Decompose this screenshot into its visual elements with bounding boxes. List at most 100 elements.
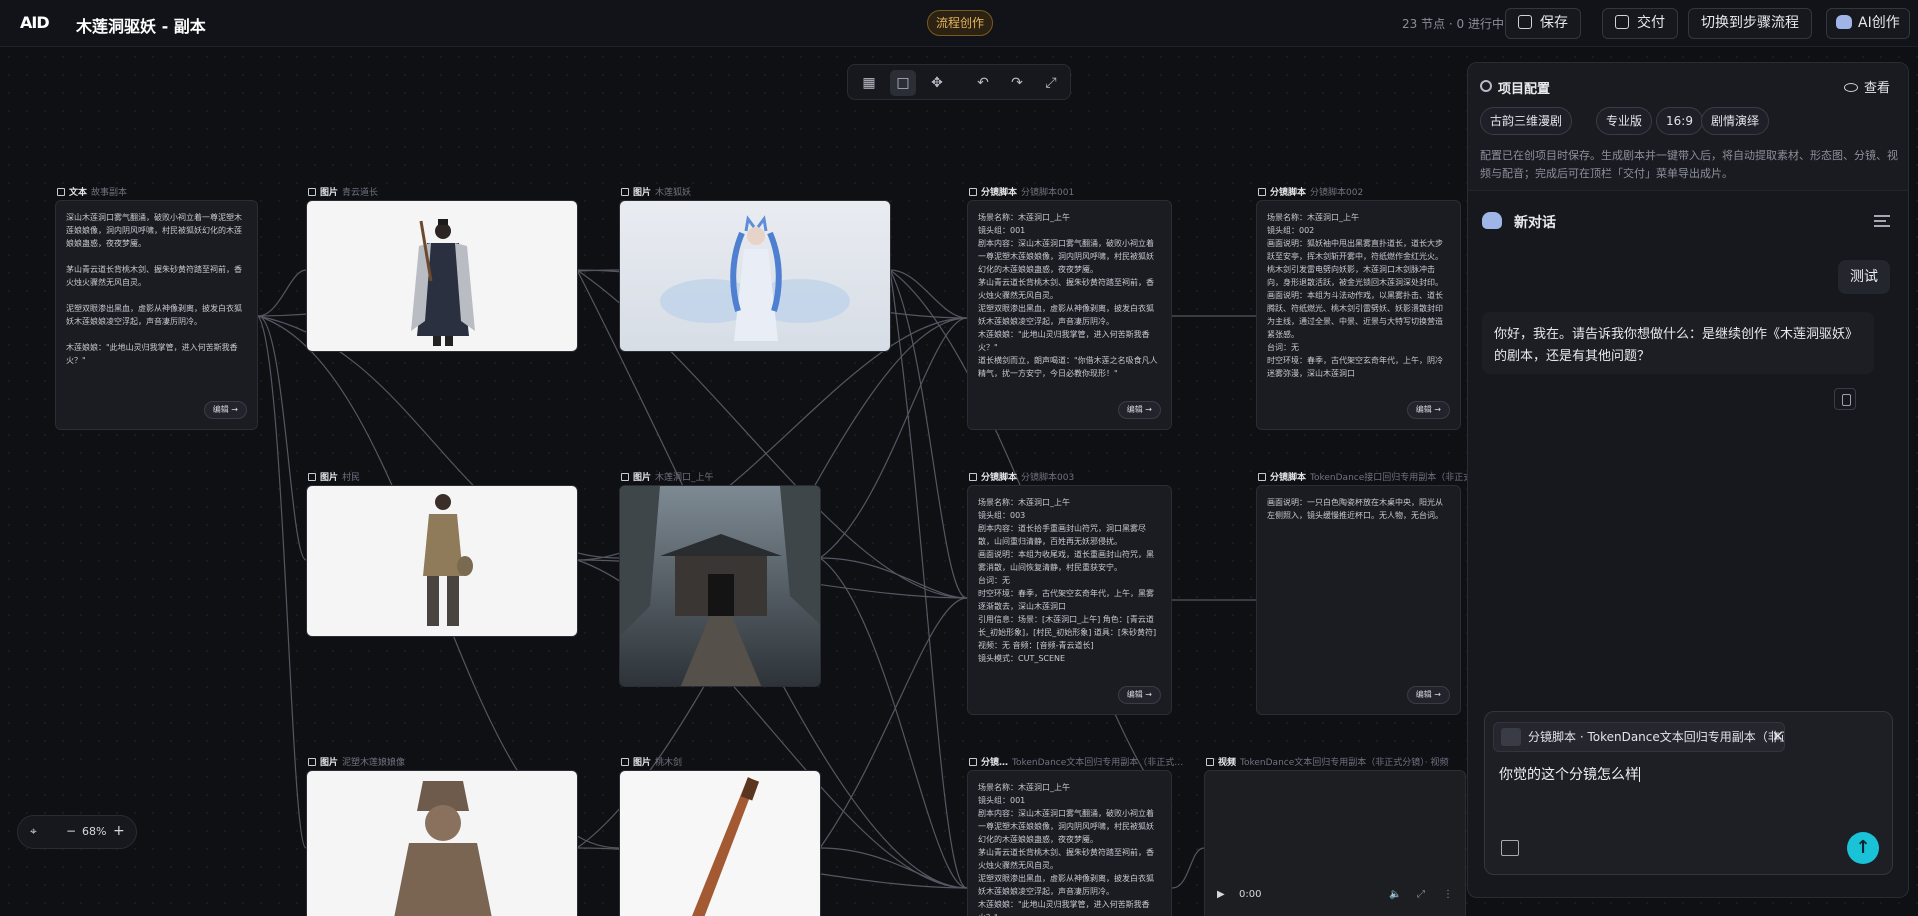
image-icon (308, 188, 316, 196)
save-icon (1518, 15, 1532, 29)
play-icon[interactable]: ▶ (1217, 889, 1225, 900)
config-chip-genre[interactable]: 剧情演绎 (1701, 107, 1770, 135)
image-icon (621, 758, 629, 766)
mode-badge: 流程创作 (927, 10, 994, 36)
clay-statue-image (394, 781, 492, 916)
export-icon (1615, 15, 1629, 29)
edge (257, 315, 307, 849)
undo-icon[interactable]: ↶ (970, 70, 996, 96)
edit-button[interactable]: 编辑 → (1117, 401, 1161, 419)
attach-icon[interactable] (1501, 840, 1519, 856)
context-chip: 分镜脚本 · TokenDance文本回归专用副本（非正式分镜） ✕ (1493, 722, 1785, 752)
ai-create-button[interactable]: AI创作 (1826, 8, 1910, 39)
redo-icon[interactable]: ↷ (1004, 70, 1030, 96)
zoom-out-button[interactable]: − (66, 824, 76, 838)
storyboard-node-001[interactable]: 场景名称：木莲洞口_上午 镜头组：001 剧本内容：深山木莲洞口雾气翻涌，破败小… (967, 200, 1172, 430)
node-label-img3: 图片 村民 (308, 470, 360, 483)
config-chip-ratio[interactable]: 16:9 (1656, 107, 1703, 135)
node-label-video: 视频 TokenDance文本回归专用副本（非正式分镜）· 视频 (1206, 755, 1448, 768)
fox-spirit-image (660, 215, 850, 341)
history-menu-icon[interactable] (1874, 215, 1890, 227)
edge (819, 847, 968, 889)
move-icon[interactable]: ✥ (924, 70, 950, 96)
config-chip-edition[interactable]: 专业版 (1596, 107, 1653, 135)
conversation-title: 新对话 (1514, 215, 1556, 231)
app-logo[interactable]: AID (20, 13, 54, 33)
ai-panel: 项目配置 查看 古韵三维漫剧 专业版 16:9 剧情演绎 配置已在创项目时保存。… (1467, 62, 1909, 898)
edit-button[interactable]: 编辑 → (1406, 401, 1450, 419)
fit-icon[interactable]: ⤢ (1038, 70, 1064, 96)
image-node-fox-spirit[interactable] (619, 200, 891, 352)
node-label-text: 文本 故事副本 (57, 185, 127, 198)
locate-icon[interactable]: ⌖ (30, 824, 37, 839)
storyboard-body: 场景名称：木莲洞口_上午 镜头组：002 画面说明：狐妖袖中甩出黑雾直扑道长，道… (1267, 213, 1443, 378)
node-label-img6: 图片 桃木剑 (621, 755, 682, 768)
storyboard-node-tokendance-text[interactable]: 场景名称：木莲洞口_上午 镜头组：001 剧本内容：深山木莲洞口雾气翻涌，破败小… (967, 770, 1172, 916)
image-icon (621, 473, 629, 481)
send-button[interactable]: ↑ (1847, 832, 1879, 864)
deliver-button[interactable]: 交付 (1602, 8, 1678, 39)
text-node-body: 深山木莲洞口雾气翻涌，破败小祠立着一尊泥塑木莲娘娘像，洞内阴风呼啸，村民被狐妖幻… (66, 213, 242, 365)
config-title: 项目配置 (1498, 82, 1551, 97)
video-time: 0:00 (1239, 889, 1262, 900)
image-node-clay-statue[interactable] (306, 770, 578, 916)
chat-input-box[interactable]: 分镜脚本 · TokenDance文本回归专用副本（非正式分镜） ✕ 你觉的这个… (1484, 711, 1893, 875)
video-icon (1206, 758, 1214, 766)
storyboard-body: 场景名称：木莲洞口_上午 镜头组：001 剧本内容：深山木莲洞口雾气翻涌，破败小… (978, 783, 1154, 916)
image-icon (308, 473, 316, 481)
edit-button[interactable]: 编辑 → (203, 401, 247, 419)
save-button[interactable]: 保存 (1505, 8, 1581, 39)
storyboard-icon (1258, 473, 1266, 481)
image-icon (308, 758, 316, 766)
canvas-toolbar: ▦ □ ✥ ↶ ↷ ⤢ (847, 64, 1071, 100)
cat-icon (1482, 212, 1502, 229)
project-config-box: 项目配置 查看 古韵三维漫剧 专业版 16:9 剧情演绎 配置已在创项目时保存。… (1468, 63, 1908, 191)
image-node-taoist[interactable] (306, 200, 578, 352)
edit-button[interactable]: 编辑 → (1117, 686, 1161, 704)
edge (819, 557, 968, 599)
view-button[interactable]: 查看 (1843, 77, 1890, 96)
assistant-message: 你好，我在。请告诉我你想做什么：是继续创作《木莲洞驱妖》的剧本，还是有其他问题？ (1482, 312, 1874, 374)
layout-icon[interactable]: ▦ (856, 70, 882, 96)
switch-step-flow-button[interactable]: 切换到步骤流程 (1688, 8, 1812, 39)
more-icon[interactable]: ⋮ (1443, 889, 1453, 900)
image-node-villager[interactable] (306, 485, 578, 637)
document-icon (57, 188, 65, 196)
zoom-level: 68% (82, 825, 107, 838)
node-label-sb4: 分镜脚本 TokenDance接口回归专用副本（非正式分… (1258, 470, 1490, 483)
storyboard-body: 画面说明：一只白色陶瓷杯放在木桌中央，阳光从左侧照入，镜头缓慢推近杯口。无人物，… (1267, 498, 1443, 520)
node-label-img5: 图片 泥塑木莲娘娘像 (308, 755, 405, 768)
top-bar: AID 木莲洞驱妖 - 副本 流程创作 23 节点 · 0 进行中 保存 交付 … (0, 0, 1918, 47)
config-chip-style[interactable]: 古韵三维漫剧 (1480, 107, 1573, 135)
storyboard-node-003[interactable]: 场景名称：木莲洞口_上午 镜头组：003 剧本内容：道长拾手重画封山符咒，洞口黑… (967, 485, 1172, 715)
storyboard-thumb-icon (1501, 728, 1521, 746)
project-title: 木莲洞驱妖 - 副本 (76, 17, 206, 36)
video-controls: ▶ 0:00 🔈 ⤢ ⋮ (1205, 881, 1465, 911)
edge (819, 557, 968, 889)
text-node-card[interactable]: 深山木莲洞口雾气翻涌，破败小祠立着一尊泥塑木莲娘娘像，洞内阴风呼啸，村民被狐妖幻… (55, 200, 258, 430)
chat-input[interactable]: 你觉的这个分镜怎么样 (1499, 764, 1640, 784)
volume-icon[interactable]: 🔈 (1389, 889, 1401, 900)
storyboard-node-tokendance[interactable]: 画面说明：一只白色陶瓷杯放在木桌中央，阳光从左侧照入，镜头缓慢推近杯口。无人物，… (1256, 485, 1461, 715)
storyboard-node-002[interactable]: 场景名称：木莲洞口_上午 镜头组：002 画面说明：狐妖袖中甩出黑雾直扑道长，道… (1256, 200, 1461, 430)
image-node-cave-shrine[interactable] (619, 485, 821, 687)
taoist-figure-image (411, 219, 475, 346)
node-label-img1: 图片 青云道长 (308, 185, 378, 198)
select-icon[interactable]: □ (890, 70, 916, 96)
image-icon (621, 188, 629, 196)
node-label-sb1: 分镜脚本 分镜脚本001 (969, 185, 1074, 198)
close-icon[interactable]: ✕ (1772, 723, 1784, 751)
edge (889, 269, 968, 889)
villager-image (423, 494, 473, 626)
config-note: 配置已在创项目时保存。生成剧本并一键带入后，将自动提取素材、形态图、分镜、视频与… (1480, 149, 1898, 180)
peach-sword-image (692, 777, 760, 916)
copy-icon[interactable] (1834, 388, 1856, 410)
eye-icon (1843, 83, 1858, 92)
cave-shrine-image (620, 486, 820, 686)
edit-button[interactable]: 编辑 → (1406, 686, 1450, 704)
node-label-sb3: 分镜脚本 分镜脚本003 (969, 470, 1074, 483)
image-node-peach-sword[interactable] (619, 770, 821, 916)
fullscreen-icon[interactable]: ⤢ (1417, 889, 1425, 900)
zoom-in-button[interactable]: + (113, 823, 125, 839)
video-node[interactable]: ▶ 0:00 🔈 ⤢ ⋮ (1204, 770, 1466, 916)
